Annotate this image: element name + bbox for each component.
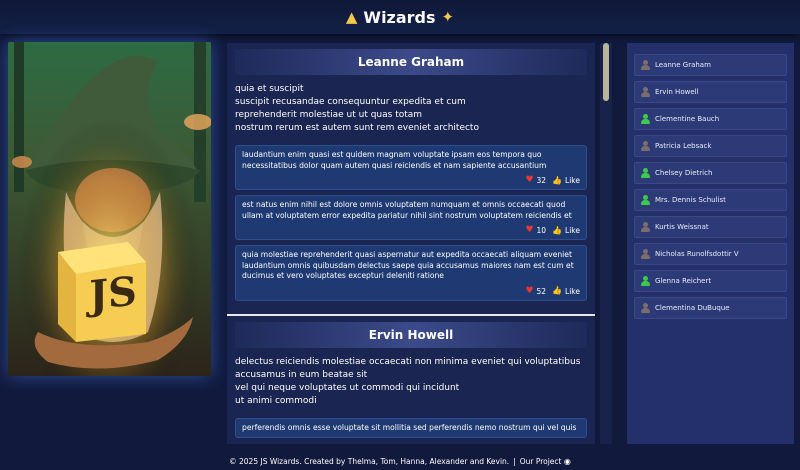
like-button-label: Like <box>565 226 580 235</box>
magic-wand-icon: ✦ <box>441 7 455 26</box>
user-section: Leanne Graham quia et suscipit suscipit … <box>227 43 595 314</box>
user-icon <box>641 222 650 232</box>
user-list-name: Ervin Howell <box>655 88 699 96</box>
thumbs-up-icon: 👍 <box>552 225 563 235</box>
like-count: ♥ 32 <box>525 175 547 186</box>
app-header: ▲ Wizards ✦ <box>0 0 800 34</box>
user-icon <box>641 141 650 151</box>
post-card: quia molestiae reprehenderit quasi asper… <box>235 245 587 301</box>
app-title: ▲ Wizards ✦ <box>346 8 454 27</box>
post-actions: ♥ 10 👍 Like <box>242 225 580 236</box>
user-list-name: Nicholas Runolfsdottir V <box>655 250 739 258</box>
user-icon <box>641 249 650 259</box>
user-list-item[interactable]: Leanne Graham <box>634 54 787 76</box>
user-list-name: Glenna Reichert <box>655 277 712 285</box>
scrollbar-thumb[interactable] <box>603 43 609 101</box>
post-card: perferendis omnis esse voluptate sit mol… <box>235 417 587 438</box>
user-list-name: Chelsey Dietrich <box>655 169 713 177</box>
user-list-item[interactable]: Glenna Reichert <box>634 270 787 292</box>
post-card: laudantium enim quasi est quidem magnam … <box>235 145 587 190</box>
like-count-value: 52 <box>536 286 547 296</box>
user-list-name: Patricia Lebsack <box>655 142 712 150</box>
user-icon <box>641 168 650 178</box>
user-list-item[interactable]: Mrs. Dennis Schulist <box>634 189 787 211</box>
thumbs-up-icon: 👍 <box>552 175 563 185</box>
like-button[interactable]: 👍 Like <box>552 176 580 185</box>
user-icon <box>641 114 650 124</box>
wizard-hat-icon: ▲ <box>345 7 358 26</box>
user-icon <box>641 276 650 286</box>
wizard-image: JS <box>8 42 211 376</box>
post-actions: ♥ 32 👍 Like <box>242 175 580 186</box>
thumbs-up-icon: 👍 <box>552 286 563 295</box>
heart-icon: ♥ <box>525 175 534 185</box>
like-count-value: 32 <box>536 176 547 185</box>
user-list-name: Clementine Bauch <box>655 115 720 123</box>
user-bio: quia et suscipit suscipit recusandae con… <box>235 84 479 133</box>
app-title-text: Wizards <box>363 7 436 27</box>
user-feed[interactable]: Leanne Graham quia et suscipit suscipit … <box>227 43 595 444</box>
user-list-item[interactable]: Clementine Bauch <box>634 108 787 130</box>
user-name-heading: Ervin Howell <box>235 321 587 348</box>
post-body: laudantium enim quasi est quidem magnam … <box>242 150 547 170</box>
feed-scrollbar[interactable] <box>600 43 612 444</box>
like-button[interactable]: 👍 Like <box>552 287 580 296</box>
heart-icon: ♥ <box>525 225 534 235</box>
post-body: perferendis omnis esse voluptate sit mol… <box>242 422 577 432</box>
user-list-name: Clementina DuBuque <box>655 304 730 312</box>
user-list-item[interactable]: Chelsey Dietrich <box>634 162 787 184</box>
user-list-item[interactable]: Kurtis Weissnat <box>634 216 787 238</box>
post-card: est natus enim nihil est dolore omnis vo… <box>235 195 587 240</box>
our-project-link[interactable]: Our Project ◉ <box>520 457 571 466</box>
like-count: ♥ 52 <box>525 285 547 296</box>
footer-separator: | <box>513 456 516 466</box>
post-body: quia molestiae reprehenderit quasi asper… <box>242 250 574 280</box>
user-list-item[interactable]: Nicholas Runolfsdottir V <box>634 243 787 265</box>
post-actions: ♥ 52 👍 Like <box>242 285 580 296</box>
wizard-illustration <box>8 42 211 376</box>
like-count: ♥ 10 <box>525 225 547 236</box>
heart-icon: ♥ <box>525 285 534 296</box>
user-name-heading: Leanne Graham <box>235 49 587 75</box>
github-icon: ◉ <box>563 456 571 466</box>
like-count-value: 10 <box>536 226 547 235</box>
user-list-item[interactable]: Ervin Howell <box>634 81 787 103</box>
user-icon <box>641 195 650 205</box>
like-button[interactable]: 👍 Like <box>552 226 580 235</box>
like-button-label: Like <box>565 176 580 185</box>
user-bio: delectus reiciendis molestiae occaecati … <box>235 356 581 406</box>
user-list: Leanne Graham Ervin Howell Clementine Ba… <box>627 43 794 444</box>
page-footer: © 2025 JS Wizards. Created by Thelma, To… <box>0 452 800 470</box>
user-list-name: Kurtis Weissnat <box>655 223 709 231</box>
user-section: Ervin Howell delectus reiciendis molesti… <box>227 316 595 445</box>
footer-credits: © 2025 JS Wizards. Created by Thelma, To… <box>229 456 510 466</box>
user-icon <box>641 303 650 313</box>
user-icon <box>641 87 650 97</box>
user-list-item[interactable]: Patricia Lebsack <box>634 135 787 157</box>
js-cube-label: JS <box>89 267 137 320</box>
user-list-name: Leanne Graham <box>655 61 711 69</box>
post-body: est natus enim nihil est dolore omnis vo… <box>242 200 572 220</box>
user-list-name: Mrs. Dennis Schulist <box>655 196 726 204</box>
user-icon <box>641 60 650 70</box>
user-list-item[interactable]: Clementina DuBuque <box>634 297 787 319</box>
our-project-label: Our Project <box>519 456 562 466</box>
like-button-label: Like <box>565 286 580 296</box>
